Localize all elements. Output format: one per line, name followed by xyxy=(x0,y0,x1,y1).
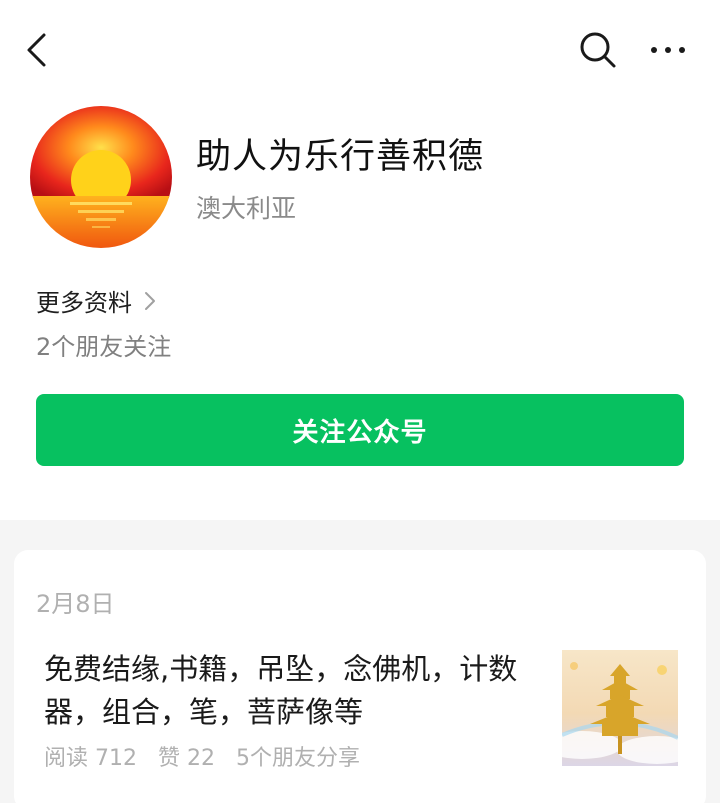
account-avatar[interactable] xyxy=(30,106,172,248)
share-count: 5个朋友分享 xyxy=(236,746,360,771)
top-bar xyxy=(0,0,720,100)
article-stats: 阅读 712 赞 22 5个朋友分享 xyxy=(44,740,374,772)
like-count: 赞 22 xyxy=(158,746,215,771)
account-name: 助人为乐行善积德 xyxy=(196,137,485,177)
back-arrow-icon xyxy=(27,33,46,67)
sunset-avatar-image xyxy=(30,106,172,248)
article-thumbnail[interactable] xyxy=(562,650,678,766)
more-info-link[interactable]: 更多资料 xyxy=(36,283,156,318)
account-region: 澳大利亚 xyxy=(196,194,297,223)
search-button[interactable] xyxy=(572,26,624,74)
follow-account-button[interactable]: 关注公众号 xyxy=(36,394,684,466)
article-feed: 2月8日 免费结缘,书籍，吊坠，念佛机，计数器，组合，笔，菩萨像等 阅读 712… xyxy=(0,520,720,810)
more-options-button[interactable] xyxy=(640,26,696,74)
read-count: 阅读 712 xyxy=(44,746,137,771)
more-info-label: 更多资料 xyxy=(36,289,132,317)
back-button[interactable] xyxy=(14,26,58,74)
article-date: 2月8日 xyxy=(36,590,115,618)
article-title[interactable]: 免费结缘,书籍，吊坠，念佛机，计数器，组合，笔，菩萨像等 xyxy=(44,648,544,734)
chevron-right-icon xyxy=(145,291,155,310)
search-icon xyxy=(580,32,616,68)
article-card[interactable]: 2月8日 免费结缘,书籍，吊坠，念佛机，计数器，组合，笔，菩萨像等 阅读 712… xyxy=(14,550,706,810)
friends-following-count: 2个朋友关注 xyxy=(36,333,172,361)
pagoda-thumbnail-image xyxy=(562,650,678,766)
more-icon xyxy=(651,47,685,53)
